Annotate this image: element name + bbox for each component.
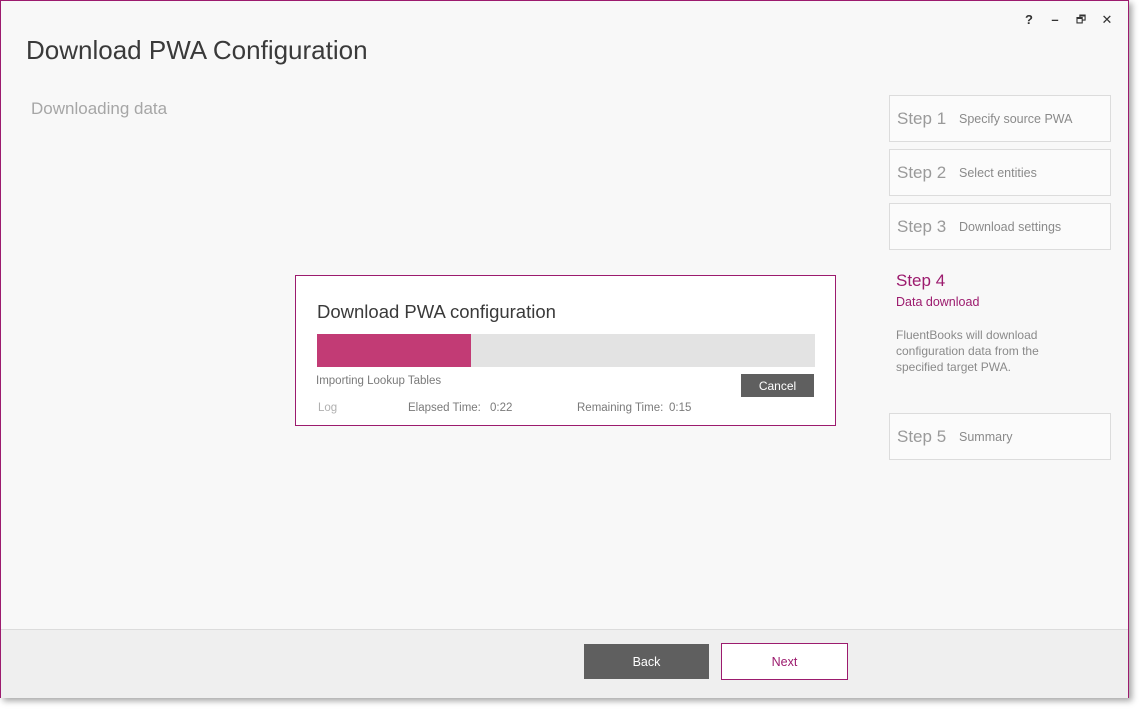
remaining-time-value: 0:15 <box>669 402 692 414</box>
step-label: Specify source PWA <box>959 111 1073 126</box>
step-label: Select entities <box>959 165 1037 180</box>
minimize-icon[interactable]: – <box>1048 11 1062 29</box>
elapsed-time-value: 0:22 <box>490 402 513 414</box>
step-3[interactable]: Step 3 Download settings <box>889 203 1111 250</box>
step-number: Step 2 <box>897 162 947 182</box>
progress-bar-fill <box>317 334 472 367</box>
dialog-title: Download PWA configuration <box>317 301 556 322</box>
remaining-time-label: Remaining Time: <box>577 402 664 414</box>
progress-status: Importing Lookup Tables <box>316 375 442 387</box>
step-label: Data download <box>896 295 980 309</box>
page-title: Download PWA Configuration <box>26 35 368 65</box>
cancel-button[interactable]: Cancel <box>741 374 814 397</box>
elapsed-time-label: Elapsed Time: <box>408 402 481 414</box>
step-number: Step 1 <box>897 108 947 128</box>
step-2[interactable]: Step 2 Select entities <box>889 149 1111 196</box>
step-number: Step 3 <box>897 216 947 236</box>
progress-dialog: Download PWA configuration Importing Loo… <box>295 275 836 426</box>
restore-icon[interactable]: 🗗 <box>1074 11 1088 29</box>
progress-bar <box>317 334 815 367</box>
step-label: Download settings <box>959 219 1062 234</box>
step-5[interactable]: Step 5 Summary <box>889 413 1111 460</box>
step-number: Step 4 <box>896 271 946 290</box>
step-label: Summary <box>959 429 1013 444</box>
wizard-window: ? – 🗗 ✕ Download PWA Configuration Downl… <box>0 0 1129 698</box>
next-button[interactable]: Next <box>721 643 848 680</box>
step-1[interactable]: Step 1 Specify source PWA <box>889 95 1111 142</box>
step-number: Step 5 <box>897 426 947 446</box>
window-controls: ? – 🗗 ✕ <box>1022 11 1114 29</box>
step-4-active: Step 4 Data download FluentBooks will do… <box>896 271 1086 375</box>
wizard-footer: Back Next <box>1 629 1128 698</box>
help-icon[interactable]: ? <box>1022 11 1036 29</box>
log-link[interactable]: Log <box>318 402 337 414</box>
step-description: FluentBooks will download configuration … <box>896 328 1039 374</box>
back-button[interactable]: Back <box>584 644 709 679</box>
close-icon[interactable]: ✕ <box>1100 11 1114 29</box>
page-subtitle: Downloading data <box>31 99 168 118</box>
